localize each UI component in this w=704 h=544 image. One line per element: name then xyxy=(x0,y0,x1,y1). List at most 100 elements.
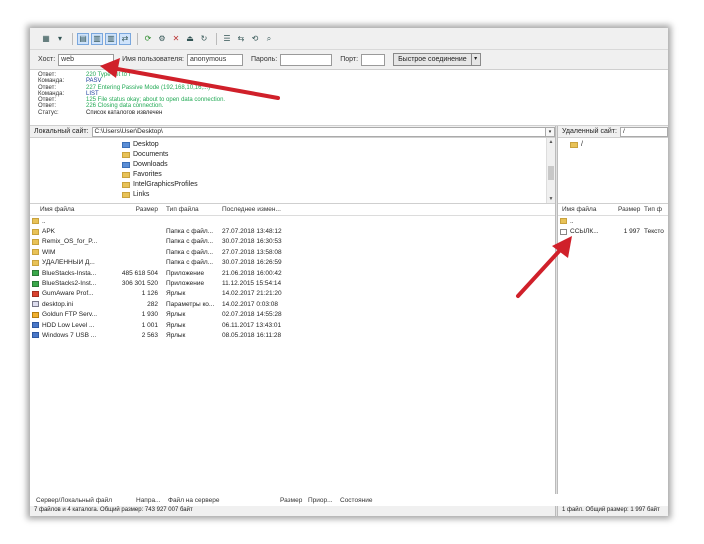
username-label: Имя пользователя: xyxy=(122,56,184,63)
queue-column-local-file[interactable]: Сервер/Локальный файл xyxy=(30,497,136,504)
table-row[interactable]: Remix_OS_for_P... Папка с файл... 30.07.20… xyxy=(30,237,555,247)
table-row[interactable]: desktop.ini 282 Параметры кo... 14.02.2017 … xyxy=(30,299,555,309)
host-label: Хост: xyxy=(38,56,56,63)
column-header-modified[interactable]: Последнее измен... xyxy=(220,206,302,213)
file-modified: 30.07.2018 16:26:59 xyxy=(222,259,282,267)
sync-browse-icon[interactable]: ⟲ xyxy=(249,33,261,45)
local-site-path-input[interactable]: C:\Users\User\Desktop\ xyxy=(91,126,546,137)
table-row[interactable]: BlueStacks2-Inst... 306 301 520 Приложение… xyxy=(30,278,555,288)
queue-column-priority[interactable]: Приор... xyxy=(308,497,340,504)
file-type: Папка с файл... xyxy=(166,259,214,267)
file-type: Параметры кo... xyxy=(166,300,215,308)
search-icon[interactable]: ⌕ xyxy=(263,33,275,45)
refresh-icon[interactable]: ⟳ xyxy=(142,33,154,45)
file-name: BlueStacks-Insta... xyxy=(42,269,97,277)
port-input[interactable] xyxy=(361,53,386,66)
quickconnect-history-dropdown[interactable]: ▾ xyxy=(471,53,481,66)
remote-list-header: Имя файла Размер Тип ф xyxy=(558,204,668,216)
table-row[interactable]: Windows 7 USB ... 2 563 Ярлык 08.05.2018 16… xyxy=(30,330,555,340)
process-queue-icon[interactable]: ⚙ xyxy=(156,33,168,45)
table-row[interactable]: WIM Папка с файл... 27.07.2018 13:58:08 xyxy=(30,247,555,257)
folder-icon xyxy=(560,218,567,225)
column-header-type[interactable]: Тип файла xyxy=(158,206,220,213)
table-row[interactable]: УДАЛЕННЫЙ Д... Папка с файл... 30.07.2018 … xyxy=(30,258,555,268)
tree-item-label: Desktop xyxy=(133,141,159,148)
toggle-queue-icon[interactable]: ⇄ xyxy=(119,32,131,45)
filter-icon[interactable]: ☰ xyxy=(221,33,233,45)
folder-icon xyxy=(32,249,39,256)
file-name: УДАЛЕННЫЙ Д... xyxy=(42,259,95,267)
remote-site-bar: Удаленный сайт: / xyxy=(558,126,668,138)
disconnect-icon[interactable]: ⏏ xyxy=(184,33,196,45)
text-file-icon xyxy=(560,228,567,235)
table-row[interactable]: .. xyxy=(558,216,668,226)
remote-column-header-name[interactable]: Имя файла xyxy=(558,206,618,213)
tree-item-documents[interactable]: Documents xyxy=(122,150,168,160)
queue-column-remote-file[interactable]: Файл на сервере xyxy=(168,497,280,504)
application-icon xyxy=(32,270,39,277)
file-name: Remix_OS_for_P... xyxy=(42,238,98,246)
file-type: Приложение xyxy=(166,280,205,288)
queue-column-direction[interactable]: Напра... xyxy=(136,497,168,504)
compare-icon[interactable]: ⇆ xyxy=(235,33,247,45)
scroll-down-icon[interactable]: ▼ xyxy=(547,195,555,203)
reconnect-icon[interactable]: ↻ xyxy=(198,33,210,45)
column-header-name[interactable]: Имя файла xyxy=(30,206,130,213)
file-modified: 02.07.2018 14:55:28 xyxy=(222,311,282,319)
tree-item-intelgraphicsprofiles[interactable]: IntelGraphicsProfiles xyxy=(122,180,198,190)
tree-item-root[interactable]: / xyxy=(570,140,583,150)
site-manager-icon[interactable]: ▦ xyxy=(40,33,52,45)
file-size: 485 618 504 xyxy=(121,269,158,277)
password-input[interactable] xyxy=(280,53,333,66)
column-header-size[interactable]: Размер xyxy=(130,206,158,213)
dropdown-arrow-icon[interactable]: ▾ xyxy=(54,33,66,45)
toolbar-separator xyxy=(72,32,73,45)
file-type: Папка с файл... xyxy=(166,238,214,246)
pane-splitter[interactable] xyxy=(555,126,558,516)
queue-column-status[interactable]: Состояние xyxy=(340,497,400,504)
table-row[interactable]: BlueStacks-Insta... 485 618 504 Приложение… xyxy=(30,268,555,278)
scroll-up-icon[interactable]: ▲ xyxy=(547,138,555,146)
tree-item-favorites[interactable]: Favorites xyxy=(122,170,162,180)
tree-item-label: / xyxy=(581,141,583,148)
local-site-dropdown[interactable]: ▾ xyxy=(546,126,555,137)
host-input[interactable]: web xyxy=(58,53,115,66)
tree-item-links[interactable]: Links xyxy=(122,190,149,200)
folder-icon xyxy=(122,162,130,168)
table-row[interactable]: Goldun FTP Serv... 1 930 Ярлык 02.07.2018 1… xyxy=(30,310,555,320)
scroll-thumb[interactable] xyxy=(548,166,554,180)
local-tree-scrollbar[interactable]: ▲ ▼ xyxy=(546,138,555,203)
table-row[interactable]: ССЫЛК... 1 997 Тексто xyxy=(558,226,668,236)
password-label: Пароль: xyxy=(251,56,278,63)
toggle-local-tree-icon[interactable]: ▥ xyxy=(91,32,103,45)
file-size: 282 xyxy=(147,300,158,308)
tree-item-label: Favorites xyxy=(133,171,162,178)
folder-icon xyxy=(570,142,578,148)
queue-column-size[interactable]: Размер xyxy=(280,497,308,504)
main-toolbar: ▦ ▾ ▤ ▥ ▥ ⇄ ⟳ ⚙ ✕ ⏏ ↻ ☰ ⇆ ⟲ ⌕ xyxy=(30,28,668,50)
quickconnect-bar: Хост: web Имя пользователя: anonymous Па… xyxy=(30,50,668,70)
file-modified: 30.07.2018 16:30:53 xyxy=(222,238,282,246)
table-row[interactable]: GumAware Prof... 1 126 Ярлык 14.02.2017 21:… xyxy=(30,289,555,299)
remote-column-header-size[interactable]: Размер xyxy=(618,206,644,213)
folder-icon xyxy=(32,238,39,245)
remote-column-header-type[interactable]: Тип ф xyxy=(644,206,668,213)
table-row[interactable]: .. xyxy=(30,216,555,226)
table-row[interactable]: HDD Low Level ... 1 001 Ярлык 06.11.2017 13… xyxy=(30,320,555,330)
file-modified: 08.05.2018 16:11:28 xyxy=(222,331,282,339)
shortcut-icon xyxy=(32,311,39,318)
tree-item-downloads[interactable]: Downloads xyxy=(122,160,168,170)
log-entry-message: Список каталогов извлечен xyxy=(86,109,163,116)
toggle-log-icon[interactable]: ▤ xyxy=(77,32,89,45)
log-entry-type: Статус: xyxy=(38,109,59,116)
toggle-remote-tree-icon[interactable]: ▥ xyxy=(105,32,117,45)
tree-item-desktop[interactable]: Desktop xyxy=(122,140,159,150)
remote-site-path-input[interactable]: / xyxy=(619,126,668,137)
file-modified: 21.06.2018 16:00:42 xyxy=(222,269,282,277)
username-input[interactable]: anonymous xyxy=(187,53,243,66)
cancel-icon[interactable]: ✕ xyxy=(170,33,182,45)
folder-icon xyxy=(122,182,130,188)
table-row[interactable]: APK Папка с файл... 27.07.2018 13:48:12 xyxy=(30,226,555,236)
quickconnect-button[interactable]: Быстрое соединение xyxy=(393,53,472,66)
file-type: Ярлык xyxy=(166,290,186,298)
